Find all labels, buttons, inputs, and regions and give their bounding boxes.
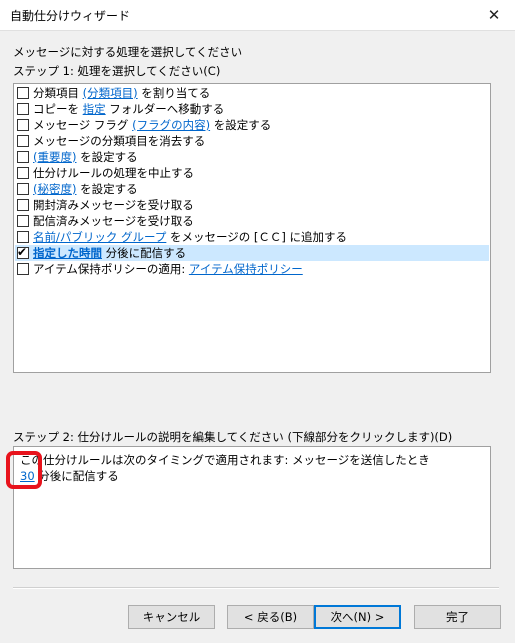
action-item[interactable]: 分類項目 (分類項目) を割り当てる bbox=[15, 85, 489, 101]
action-checkbox[interactable]: ✔ bbox=[17, 245, 29, 259]
action-text: 分後に配信する bbox=[102, 246, 187, 260]
action-label: (重要度) を設定する bbox=[33, 149, 138, 165]
separator bbox=[13, 587, 499, 589]
action-value-link[interactable]: アイテム保持ポリシー bbox=[189, 262, 303, 276]
action-checkbox[interactable] bbox=[17, 231, 29, 243]
action-text: を割り当てる bbox=[137, 86, 211, 100]
action-text: を設定する bbox=[76, 150, 138, 164]
action-checkbox[interactable] bbox=[17, 135, 29, 147]
action-checkbox[interactable] bbox=[17, 151, 29, 163]
action-list[interactable]: 分類項目 (分類項目) を割り当てる コピーを 指定 フォルダーへ移動する メッセー… bbox=[13, 83, 491, 373]
action-value-link[interactable]: (分類項目) bbox=[83, 86, 138, 100]
action-text: 分類項目 bbox=[33, 86, 83, 100]
action-checkbox[interactable] bbox=[17, 215, 29, 227]
action-label: 配信済みメッセージを受け取る bbox=[33, 213, 194, 229]
action-text: フォルダーへ移動する bbox=[105, 102, 225, 116]
action-label: 仕分けルールの処理を中止する bbox=[33, 165, 194, 181]
action-text: 配信済みメッセージを受け取る bbox=[33, 214, 194, 228]
rule-description-box: この仕分けルールは次のタイミングで適用されます: メッセージを送信したとき 30… bbox=[13, 446, 491, 569]
action-checkbox[interactable] bbox=[17, 263, 29, 275]
action-text: メッセージの分類項目を消去する bbox=[33, 134, 206, 148]
action-checkbox[interactable] bbox=[17, 167, 29, 179]
action-item[interactable]: 仕分けルールの処理を中止する bbox=[15, 165, 489, 181]
finish-button[interactable]: 完了 bbox=[414, 605, 501, 629]
delay-suffix-text: 分後に配信する bbox=[34, 469, 119, 483]
action-item[interactable]: 開封済みメッセージを受け取る bbox=[15, 197, 489, 213]
action-text: をメッセージの [ＣＣ] に追加する bbox=[166, 230, 348, 244]
action-label: 指定した時間 分後に配信する bbox=[33, 245, 186, 261]
action-label: メッセージ フラグ (フラグの内容) を設定する bbox=[33, 117, 271, 133]
rule-description-line: この仕分けルールは次のタイミングで適用されます: メッセージを送信したとき bbox=[20, 453, 430, 467]
back-button[interactable]: < 戻る(B) bbox=[227, 605, 314, 629]
action-item[interactable]: 名前/パブリック グループ をメッセージの [ＣＣ] に追加する bbox=[15, 229, 489, 245]
action-checkbox[interactable] bbox=[17, 87, 29, 99]
action-text: を設定する bbox=[76, 182, 138, 196]
action-checkbox[interactable] bbox=[17, 119, 29, 131]
action-item[interactable]: メッセージ フラグ (フラグの内容) を設定する bbox=[15, 117, 489, 133]
action-item[interactable]: ✔ 指定した時間 分後に配信する bbox=[15, 245, 489, 261]
annotation-highlight bbox=[6, 451, 42, 489]
action-label: (秘密度) を設定する bbox=[33, 181, 138, 197]
action-item[interactable]: メッセージの分類項目を消去する bbox=[15, 133, 489, 149]
action-text: コピーを bbox=[33, 102, 83, 116]
action-item[interactable]: (秘密度) を設定する bbox=[15, 181, 489, 197]
check-icon: ✔ bbox=[17, 245, 28, 259]
close-icon[interactable]: ✕ bbox=[481, 2, 507, 28]
action-value-link[interactable]: 指定した時間 bbox=[33, 246, 102, 260]
action-checkbox[interactable] bbox=[17, 183, 29, 195]
action-label: アイテム保持ポリシーの適用: アイテム保持ポリシー bbox=[33, 261, 303, 277]
action-checkbox[interactable] bbox=[17, 199, 29, 211]
action-label: 開封済みメッセージを受け取る bbox=[33, 197, 194, 213]
action-value-link[interactable]: 名前/パブリック グループ bbox=[33, 230, 166, 244]
cancel-button[interactable]: キャンセル bbox=[128, 605, 215, 629]
action-item[interactable]: 配信済みメッセージを受け取る bbox=[15, 213, 489, 229]
action-checkbox[interactable] bbox=[17, 103, 29, 115]
step1-label: ステップ 1: 処理を選択してください(C) bbox=[13, 64, 221, 78]
action-text: を設定する bbox=[210, 118, 272, 132]
action-text: 仕分けルールの処理を中止する bbox=[33, 166, 194, 180]
action-item[interactable]: (重要度) を設定する bbox=[15, 149, 489, 165]
title-bar: 自動仕分けウィザード ✕ bbox=[0, 0, 515, 31]
action-value-link[interactable]: (フラグの内容) bbox=[132, 118, 210, 132]
action-value-link[interactable]: 指定 bbox=[83, 102, 106, 116]
action-item[interactable]: コピーを 指定 フォルダーへ移動する bbox=[15, 101, 489, 117]
action-text: 開封済みメッセージを受け取る bbox=[33, 198, 194, 212]
action-label: コピーを 指定 フォルダーへ移動する bbox=[33, 101, 224, 117]
action-value-link[interactable]: (秘密度) bbox=[33, 182, 76, 196]
action-label: 分類項目 (分類項目) を割り当てる bbox=[33, 85, 210, 101]
next-button[interactable]: 次へ(N) > bbox=[314, 605, 401, 629]
action-label: 名前/パブリック グループ をメッセージの [ＣＣ] に追加する bbox=[33, 229, 347, 245]
action-value-link[interactable]: (重要度) bbox=[33, 150, 76, 164]
action-label: メッセージの分類項目を消去する bbox=[33, 133, 205, 149]
window-title: 自動仕分けウィザード bbox=[10, 9, 131, 23]
action-item[interactable]: アイテム保持ポリシーの適用: アイテム保持ポリシー bbox=[15, 261, 489, 277]
action-text: メッセージ フラグ bbox=[33, 118, 133, 132]
prompt-text: メッセージに対する処理を選択してください bbox=[13, 45, 243, 59]
step2-label: ステップ 2: 仕分けルールの説明を編集してください (下線部分をクリックします… bbox=[13, 430, 453, 444]
action-text: アイテム保持ポリシーの適用: bbox=[33, 262, 189, 276]
